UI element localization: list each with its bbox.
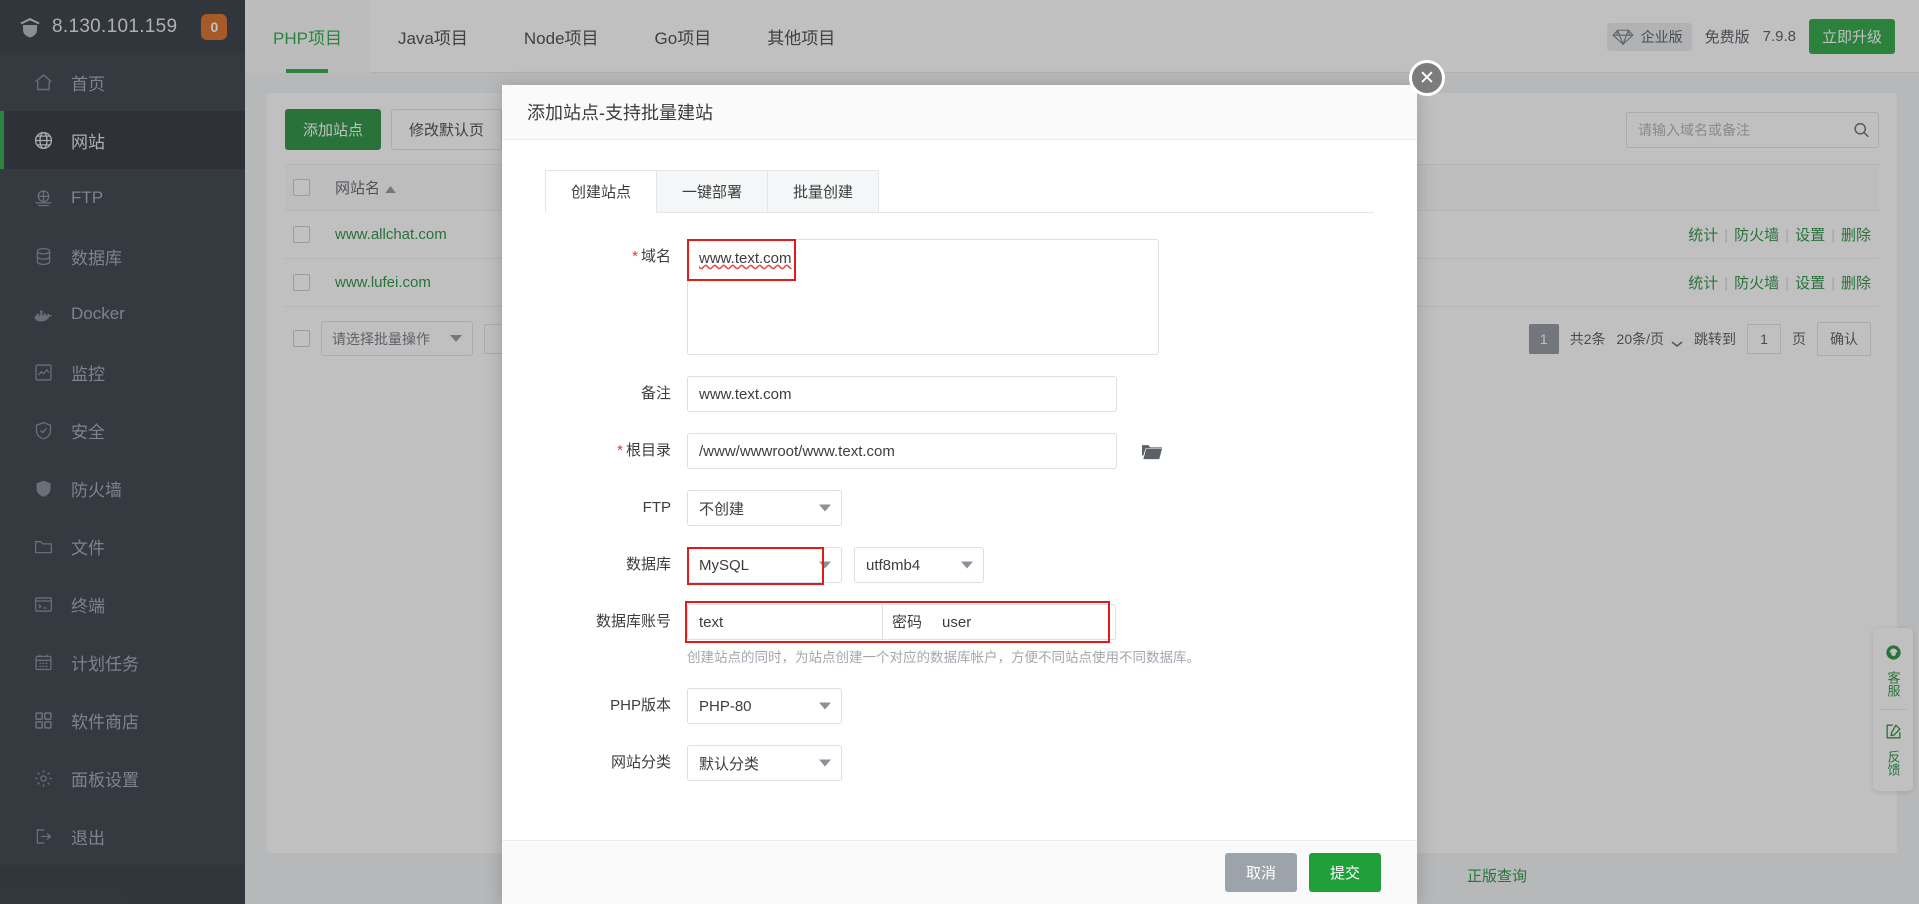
- label-text: FTP: [642, 499, 671, 516]
- required-marker: *: [617, 442, 623, 459]
- ftp-select[interactable]: 不创建: [687, 490, 842, 526]
- ftp-control: 不创建: [687, 490, 842, 526]
- root-dir-control: [687, 433, 1162, 469]
- note-input[interactable]: [687, 376, 1117, 412]
- category-label: 网站分类: [502, 745, 687, 781]
- submit-button[interactable]: 提交: [1308, 853, 1381, 892]
- chevron-down-icon: [961, 561, 973, 569]
- add-site-dialog: ✕ 添加站点-支持批量建站 创建站点 一键部署 批量创建 * 域名 www.tex…: [502, 60, 1445, 904]
- label-text: 数据库账号: [595, 613, 671, 630]
- db-password-input[interactable]: [931, 604, 1117, 640]
- field-row-root: * 根目录: [502, 433, 1417, 469]
- field-row-ftp: FTP 不创建: [502, 490, 1417, 526]
- field-row-php-version: PHP版本 PHP-80: [502, 688, 1417, 724]
- field-row-category: 网站分类 默认分类: [502, 745, 1417, 781]
- required-marker: *: [632, 248, 638, 265]
- dialog-body: 创建站点 一键部署 批量创建 * 域名 www.text.com 备注 www.…: [502, 140, 1417, 840]
- label-text: 数据库: [625, 556, 671, 573]
- category-select[interactable]: 默认分类: [687, 745, 842, 781]
- db-account-hint: 创建站点的同时，为站点创建一个对应的数据库帐户，方便不同站点使用不同数据库。: [687, 650, 1200, 665]
- root-dir-input[interactable]: [687, 433, 1117, 469]
- db-account-label: 数据库账号: [502, 604, 687, 640]
- note-label: 备注: [502, 376, 687, 412]
- domain-textarea[interactable]: www.text.com: [687, 239, 1159, 355]
- field-row-note: 备注: [502, 376, 1417, 412]
- dialog-tab-label: 批量创建: [793, 184, 854, 201]
- database-type-select[interactable]: MySQL: [687, 547, 842, 583]
- db-account-input[interactable]: [687, 604, 883, 640]
- database-charset-value: utf8mb4: [866, 556, 921, 574]
- db-account-group: 密码: [685, 601, 1200, 643]
- create-site-form: *域名 www.text.com 备注 *根目录: [502, 213, 1417, 781]
- domain-control: www.text.com: [687, 239, 1159, 355]
- label-text: PHP版本: [610, 697, 671, 714]
- chevron-down-icon: [819, 561, 831, 569]
- chevron-down-icon: [819, 504, 831, 512]
- db-account-control: 密码 创建站点的同时，为站点创建一个对应的数据库帐户，方便不同站点使用不同数据库…: [685, 601, 1200, 667]
- note-control: [687, 376, 1117, 412]
- database-type-value: MySQL: [699, 556, 750, 574]
- ftp-label: FTP: [502, 490, 687, 526]
- folder-browse-icon[interactable]: [1142, 442, 1162, 460]
- php-version-select[interactable]: PHP-80: [687, 688, 842, 724]
- db-password-label: 密码: [883, 604, 932, 640]
- category-control: 默认分类: [687, 745, 842, 781]
- domain-value: www.text.com: [699, 250, 792, 267]
- label-text: 根目录: [625, 442, 671, 459]
- dialog-tab-label: 一键部署: [682, 184, 743, 201]
- field-row-db-account: 数据库账号 密码 创建站点的同时，为站点创建一个对应的数据库帐户，方便不同站点使…: [502, 601, 1417, 667]
- label-text: 备注: [640, 385, 671, 402]
- chevron-down-icon: [819, 702, 831, 710]
- root-dir-label: * 根目录: [502, 433, 687, 469]
- database-control: MySQL utf8mb4: [687, 547, 984, 585]
- php-version-control: PHP-80: [687, 688, 842, 724]
- category-value: 默认分类: [699, 755, 760, 773]
- dialog-footer: 取消 提交: [502, 840, 1417, 904]
- php-version-value: PHP-80: [699, 697, 752, 715]
- php-version-label: PHP版本: [502, 688, 687, 724]
- dialog-tab-one-click-deploy[interactable]: 一键部署: [657, 170, 769, 213]
- cancel-button[interactable]: 取消: [1224, 853, 1297, 892]
- database-charset-select[interactable]: utf8mb4: [854, 547, 984, 583]
- database-label: 数据库: [502, 547, 687, 583]
- dialog-tabs: 创建站点 一键部署 批量创建: [545, 170, 1374, 213]
- dialog-tab-create-site[interactable]: 创建站点: [545, 170, 658, 213]
- close-icon[interactable]: ✕: [1409, 60, 1445, 96]
- chevron-down-icon: [819, 759, 831, 767]
- dialog-tab-batch-create[interactable]: 批量创建: [768, 170, 880, 213]
- dialog-title: 添加站点-支持批量建站: [502, 85, 1417, 140]
- domain-label: * 域名: [502, 239, 687, 275]
- field-row-database: 数据库 MySQL utf8mb4: [502, 547, 1417, 585]
- label-text: 域名: [640, 248, 671, 265]
- ftp-selected-value: 不创建: [699, 500, 745, 518]
- label-text: 网站分类: [610, 754, 671, 771]
- field-row-domain: * 域名 www.text.com: [502, 239, 1417, 355]
- dialog-tab-label: 创建站点: [571, 184, 632, 201]
